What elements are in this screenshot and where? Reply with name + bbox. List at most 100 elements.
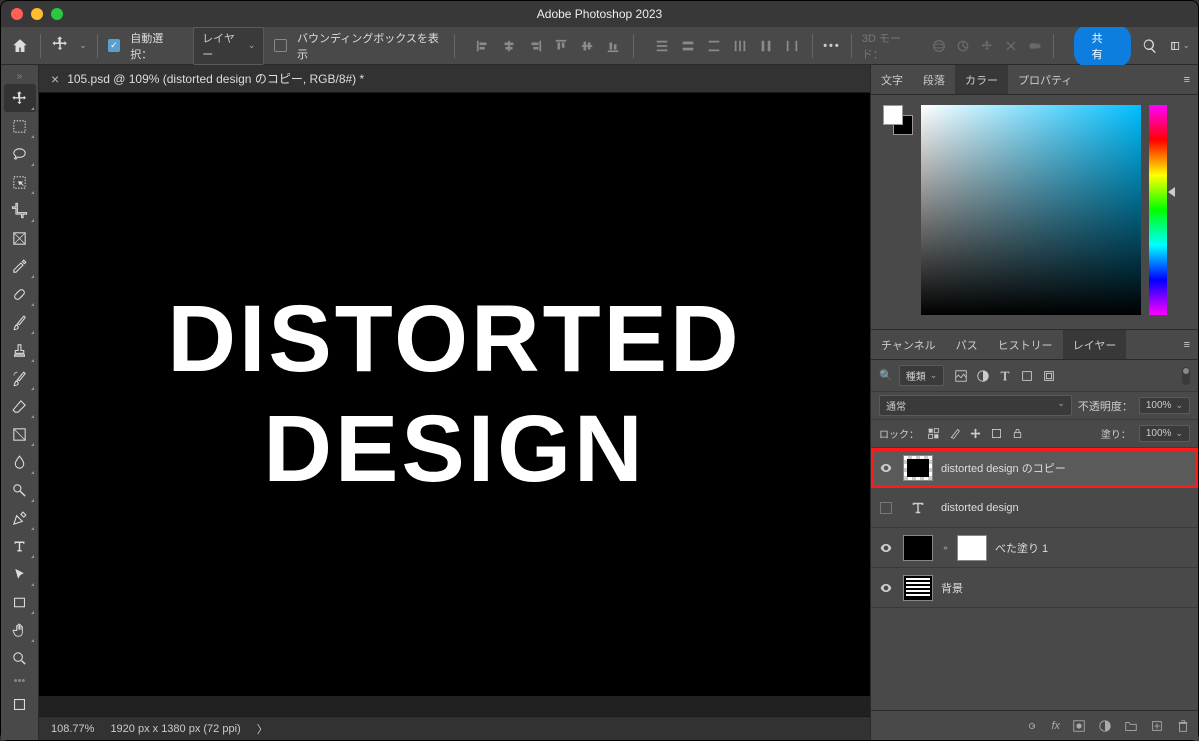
3d-orbit-icon[interactable] bbox=[931, 38, 947, 54]
blur-tool[interactable] bbox=[4, 448, 36, 476]
distribute-v-icon[interactable] bbox=[678, 36, 698, 56]
search-icon[interactable] bbox=[1141, 36, 1160, 56]
group-icon[interactable] bbox=[1124, 719, 1138, 733]
document-tab-title[interactable]: 105.psd @ 109% (distorted design のコピー, R… bbox=[67, 70, 364, 87]
eyedropper-tool[interactable] bbox=[4, 252, 36, 280]
3d-camera-icon[interactable] bbox=[1027, 38, 1043, 54]
distribute-left-icon[interactable] bbox=[730, 36, 750, 56]
layer-thumbnail[interactable] bbox=[903, 575, 933, 601]
layer-mask-thumbnail[interactable] bbox=[957, 535, 987, 561]
distribute-bottom-icon[interactable] bbox=[704, 36, 724, 56]
tab-close-icon[interactable]: × bbox=[51, 71, 59, 87]
visibility-toggle[interactable] bbox=[877, 541, 895, 555]
layers-panel-menu-icon[interactable]: ≡ bbox=[1176, 339, 1198, 351]
filter-type-icon[interactable] bbox=[998, 369, 1012, 383]
align-left-icon[interactable] bbox=[473, 36, 493, 56]
frame-tool[interactable] bbox=[4, 224, 36, 252]
tab-paragraph[interactable]: 段落 bbox=[913, 65, 955, 94]
mask-icon[interactable] bbox=[1072, 719, 1086, 733]
hand-tool[interactable] bbox=[4, 616, 36, 644]
layer-thumbnail[interactable] bbox=[903, 535, 933, 561]
opacity-input[interactable]: 100%⌄ bbox=[1139, 397, 1190, 414]
link-layers-icon[interactable] bbox=[1025, 719, 1039, 733]
new-layer-icon[interactable] bbox=[1150, 719, 1164, 733]
layer-name[interactable]: distorted design bbox=[941, 502, 1019, 514]
more-options-icon[interactable]: ••• bbox=[823, 40, 841, 52]
tab-properties[interactable]: プロパティ bbox=[1008, 65, 1082, 94]
blend-mode-select[interactable]: 通常⌄ bbox=[879, 395, 1072, 416]
filter-shape-icon[interactable] bbox=[1020, 369, 1034, 383]
object-select-tool[interactable] bbox=[4, 168, 36, 196]
layer-name[interactable]: distorted design のコピー bbox=[941, 460, 1066, 476]
share-button[interactable]: 共有 bbox=[1074, 25, 1131, 67]
filter-adjust-icon[interactable] bbox=[976, 369, 990, 383]
distribute-h-icon[interactable] bbox=[756, 36, 776, 56]
layer-thumbnail-type-icon[interactable] bbox=[903, 495, 933, 521]
hue-slider[interactable] bbox=[1149, 105, 1167, 315]
foreground-color[interactable] bbox=[883, 105, 903, 125]
color-swatches[interactable] bbox=[883, 105, 913, 135]
brush-tool[interactable] bbox=[4, 308, 36, 336]
tab-channels[interactable]: チャンネル bbox=[871, 330, 946, 359]
zoom-level[interactable]: 108.77% bbox=[51, 723, 94, 735]
eraser-tool[interactable] bbox=[4, 392, 36, 420]
auto-select-target[interactable]: レイヤー⌄ bbox=[193, 27, 264, 65]
history-brush-tool[interactable] bbox=[4, 364, 36, 392]
layer-name[interactable]: べた塗り 1 bbox=[995, 540, 1048, 556]
layer-thumbnail[interactable] bbox=[903, 455, 933, 481]
marquee-tool[interactable] bbox=[4, 112, 36, 140]
status-chevron[interactable]: 〉 bbox=[257, 721, 268, 737]
lasso-tool[interactable] bbox=[4, 140, 36, 168]
home-button[interactable] bbox=[9, 35, 30, 57]
3d-slide-icon[interactable] bbox=[1003, 38, 1019, 54]
filter-pixel-icon[interactable] bbox=[954, 369, 968, 383]
visibility-toggle[interactable] bbox=[877, 581, 895, 595]
3d-roll-icon[interactable] bbox=[955, 38, 971, 54]
tab-layers[interactable]: レイヤー bbox=[1063, 330, 1127, 359]
visibility-toggle[interactable] bbox=[877, 461, 895, 475]
canvas[interactable]: DISTORTED DESIGN bbox=[39, 93, 870, 716]
edit-toolbar-icon[interactable] bbox=[4, 690, 36, 718]
align-top-icon[interactable] bbox=[551, 36, 571, 56]
color-field[interactable] bbox=[921, 105, 1141, 315]
auto-select-checkbox[interactable]: ✓ bbox=[108, 39, 121, 52]
type-tool[interactable] bbox=[4, 532, 36, 560]
tab-history[interactable]: ヒストリー bbox=[988, 330, 1063, 359]
filter-smart-icon[interactable] bbox=[1042, 369, 1056, 383]
layer-filter-select[interactable]: 種類⌄ bbox=[899, 365, 945, 386]
move-tool[interactable] bbox=[4, 84, 36, 112]
lock-artboard-icon[interactable] bbox=[990, 427, 1003, 440]
fill-input[interactable]: 100%⌄ bbox=[1139, 425, 1190, 442]
lock-pixels-icon[interactable] bbox=[948, 427, 961, 440]
crop-tool[interactable] bbox=[4, 196, 36, 224]
delete-layer-icon[interactable] bbox=[1176, 719, 1190, 733]
panel-menu-icon[interactable]: ≡ bbox=[1176, 74, 1198, 86]
minimize-window-button[interactable] bbox=[31, 8, 43, 20]
lock-all-icon[interactable] bbox=[1011, 427, 1024, 440]
zoom-tool[interactable] bbox=[4, 644, 36, 672]
layer-item-copy[interactable]: distorted design のコピー bbox=[871, 448, 1198, 488]
align-middle-icon[interactable] bbox=[577, 36, 597, 56]
workspace-icon[interactable]: ⌄ bbox=[1170, 36, 1190, 56]
gradient-tool[interactable] bbox=[4, 420, 36, 448]
fx-icon[interactable]: fx bbox=[1051, 720, 1060, 732]
tool-preset-chevron[interactable]: ⌄ bbox=[79, 40, 87, 51]
maximize-window-button[interactable] bbox=[51, 8, 63, 20]
visibility-toggle[interactable] bbox=[877, 502, 895, 514]
bounding-box-checkbox[interactable] bbox=[274, 39, 287, 52]
3d-pan-icon[interactable] bbox=[979, 38, 995, 54]
layer-item-solid[interactable]: べた塗り 1 bbox=[871, 528, 1198, 568]
layer-item-background[interactable]: 背景 bbox=[871, 568, 1198, 608]
distribute-top-icon[interactable] bbox=[652, 36, 672, 56]
distribute-right-icon[interactable] bbox=[782, 36, 802, 56]
tab-character[interactable]: 文字 bbox=[871, 65, 913, 94]
align-right-icon[interactable] bbox=[525, 36, 545, 56]
align-center-h-icon[interactable] bbox=[499, 36, 519, 56]
layer-name[interactable]: 背景 bbox=[941, 580, 963, 596]
lock-position-icon[interactable] bbox=[969, 427, 982, 440]
layer-item-text[interactable]: distorted design bbox=[871, 488, 1198, 528]
align-bottom-icon[interactable] bbox=[603, 36, 623, 56]
tab-color[interactable]: カラー bbox=[955, 65, 1008, 94]
close-window-button[interactable] bbox=[11, 8, 23, 20]
adjustment-icon[interactable] bbox=[1098, 719, 1112, 733]
